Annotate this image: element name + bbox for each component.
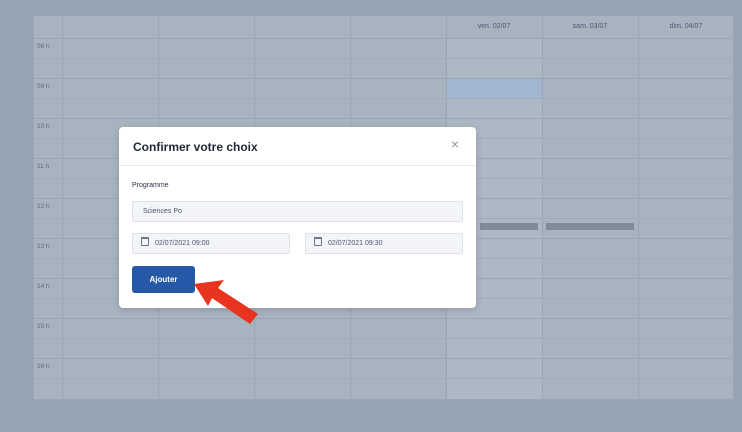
- hour-label: 16 h: [37, 363, 50, 370]
- hour-label: 10 h: [37, 123, 50, 130]
- hour-label: 12 h: [37, 203, 50, 210]
- grid-line: [34, 318, 733, 319]
- end-datetime-field[interactable]: 02/07/2021 09:30: [305, 233, 463, 254]
- day-header-sat: sam. 03/07: [572, 23, 608, 30]
- hour-label: 09 h: [37, 83, 50, 90]
- close-icon[interactable]: ×: [448, 137, 462, 151]
- calendar-icon: [314, 237, 322, 246]
- grid-line: [34, 118, 733, 119]
- hour-label: 08 h: [37, 43, 50, 50]
- program-label: Programme: [132, 182, 169, 189]
- start-datetime-value: 02/07/2021 09:00: [155, 240, 210, 247]
- event-block[interactable]: [480, 223, 538, 230]
- confirm-modal: Confirmer votre choix × Programme Scienc…: [119, 127, 476, 308]
- hour-label: 15 h: [37, 323, 50, 330]
- calendar-header: ven. 02/07 sam. 03/07 dim. 04/07: [34, 16, 733, 39]
- red-arrow-icon: [194, 280, 258, 324]
- start-datetime-field[interactable]: 02/07/2021 09:00: [132, 233, 290, 254]
- day-header-fri: ven. 02/07: [477, 23, 511, 30]
- grid-line: [638, 16, 639, 399]
- grid-line: [62, 16, 63, 399]
- calendar-icon: [141, 237, 149, 246]
- event-block[interactable]: [546, 223, 634, 230]
- grid-line: [34, 378, 733, 379]
- day-header-sun: dim. 04/07: [669, 23, 703, 30]
- hour-label: 13 h: [37, 243, 50, 250]
- program-field[interactable]: Sciences Po: [132, 201, 463, 222]
- add-button[interactable]: Ajouter: [132, 266, 195, 293]
- hour-label: 11 h: [37, 163, 50, 170]
- modal-title: Confirmer votre choix: [133, 140, 258, 154]
- grid-line: [34, 98, 733, 99]
- selected-slot[interactable]: [447, 78, 542, 98]
- modal-header: Confirmer votre choix ×: [119, 127, 476, 166]
- grid-line: [34, 338, 733, 339]
- end-datetime-value: 02/07/2021 09:30: [328, 240, 383, 247]
- hour-label: 14 h: [37, 283, 50, 290]
- grid-line: [542, 16, 543, 399]
- grid-line: [34, 58, 733, 59]
- grid-line: [34, 358, 733, 359]
- grid-line: [34, 78, 733, 79]
